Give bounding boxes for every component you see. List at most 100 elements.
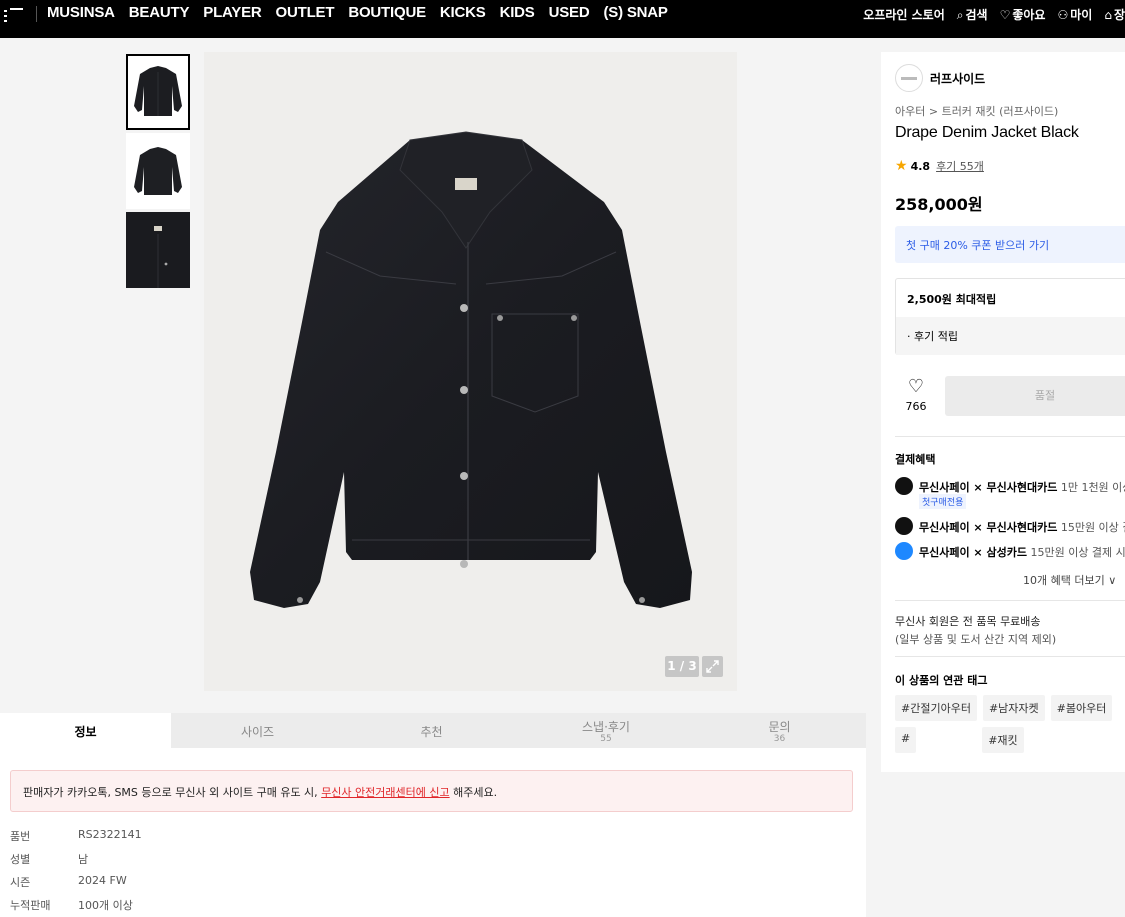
tab-snap-review[interactable]: 스냅·후기 55 [519, 713, 693, 748]
thumbnail-3[interactable] [126, 212, 190, 288]
tag-chip[interactable]: #남자자켓 [982, 695, 1045, 721]
tab-info-label: 정보 [74, 725, 97, 739]
search-link[interactable]: ⌕ 검색 [957, 6, 988, 23]
benefit-row[interactable]: 무신사페이 × 무신사현대카드 15만원 이상 결 [895, 517, 1125, 535]
benefits-title: 결제혜택 [895, 453, 936, 466]
benefit-text: 무신사페이 × 무신사현대카드 1만 1천원 이상 [919, 479, 1125, 495]
benefit-detail: 1만 1천원 이상 [1057, 481, 1125, 494]
safety-center-link[interactable]: 무신사 안전거래센터에 신고 [321, 786, 449, 799]
info-row: 시즌 2024 FW [10, 874, 142, 897]
tab-inquiry[interactable]: 문의 36 [693, 713, 866, 748]
top-nav: MUSINSA BEAUTY PLAYER OUTLET BOUTIQUE KI… [0, 0, 1125, 38]
shipping-line-2: (일부 상품 및 도서 산간 지역 제외) [895, 633, 1057, 646]
my-label: 마이 [1070, 8, 1093, 22]
points-review: · 후기 적립 [896, 317, 1125, 355]
nav-links: MUSINSA BEAUTY PLAYER OUTLET BOUTIQUE KI… [47, 4, 668, 21]
safety-notice: 판매자가 카카오톡, SMS 등으로 무신사 외 사이트 구매 유도 시, 무신… [10, 770, 853, 812]
nav-link-kicks[interactable]: KICKS [440, 4, 486, 21]
product-panel: 러프사이드 아우터 > 트러커 재킷 (러프사이드) Drape Denim J… [881, 52, 1125, 772]
tab-snap-review-label: 스냅·후기 [582, 720, 630, 734]
brand-logo[interactable] [895, 64, 923, 92]
nav-link-kids[interactable]: KIDS [500, 4, 535, 21]
tag-list: #간절기아우터 #남자자켓 #봄아우터 # #재킷 [895, 695, 1125, 753]
cart-label: 장 [1113, 8, 1125, 22]
brand-name[interactable]: 러프사이드 [930, 70, 985, 87]
bag-icon: ⌂ [1104, 8, 1112, 22]
points-box: 2,500원 최대적립 · 후기 적립 [895, 278, 1125, 355]
reviews-link[interactable]: 후기 55개 [936, 158, 984, 174]
tag-chip[interactable]: #재킷 [982, 727, 1024, 753]
user-icon: ⚇ [1057, 8, 1069, 22]
tab-size[interactable]: 사이즈 [171, 713, 344, 748]
divider [895, 656, 1125, 657]
info-value: 100개 이상 [78, 899, 133, 912]
tab-recommend[interactable]: 추천 [344, 713, 519, 748]
thumbnail-1[interactable] [126, 54, 190, 130]
nav-link-player[interactable]: PLAYER [203, 4, 261, 21]
benefit-name: 무신사페이 × 삼성카드 [919, 546, 1027, 559]
like-button[interactable]: ♡ 766 [901, 378, 931, 414]
tag-chip-partial[interactable]: # [895, 727, 917, 753]
card-icon [895, 542, 913, 560]
card-icon [895, 517, 913, 535]
product-info-table: 품번 RS2322141 성별 남 시즌 2024 FW 누적판매 100개 이… [10, 828, 142, 917]
tab-size-label: 사이즈 [240, 725, 275, 739]
info-row: 성별 남 [10, 851, 142, 874]
benefit-name: 무신사페이 × 무신사현대카드 [919, 481, 1058, 494]
nav-link-musinsa[interactable]: MUSINSA [47, 4, 115, 21]
info-key: 시즌 [10, 876, 31, 889]
tag-chip[interactable]: #간절기아우터 [895, 695, 977, 721]
info-row: 누적판매 100개 이상 [10, 897, 142, 917]
nav-divider [36, 6, 37, 22]
info-key: 품번 [10, 830, 31, 843]
search-label: 검색 [965, 8, 988, 22]
jacket-detail-thumbnail-image [126, 212, 190, 288]
breadcrumb[interactable]: 아우터 > 트러커 재킷 (러프사이드) [895, 103, 1058, 119]
tab-inquiry-count: 36 [773, 734, 786, 744]
denim-jacket-image [250, 131, 692, 608]
price: 258,000원 [895, 195, 983, 214]
benefit-row[interactable]: 무신사페이 × 무신사현대카드 1만 1천원 이상 [895, 477, 1125, 495]
expand-icon[interactable] [702, 656, 723, 677]
thumbnail-2[interactable] [126, 133, 190, 209]
star-icon: ★ [895, 158, 908, 174]
tab-info[interactable]: 정보 [0, 713, 171, 748]
benefit-text: 무신사페이 × 무신사현대카드 15만원 이상 결 [919, 519, 1125, 535]
heart-icon: ♡ [999, 8, 1011, 22]
search-icon: ⌕ [956, 8, 964, 22]
thumbnail-list [126, 54, 190, 291]
likes-link[interactable]: ♡ 좋아요 [1000, 6, 1046, 23]
main-product-image[interactable] [204, 52, 737, 691]
tab-inquiry-label: 문의 [768, 720, 791, 734]
buy-button[interactable]: 품절 [945, 376, 1125, 416]
nav-right: 오프라인 스토어 ⌕ 검색 ♡ 좋아요 ⚇ 마이 ⌂ 장 [863, 6, 1125, 23]
divider [895, 436, 1125, 437]
offline-store-link[interactable]: 오프라인 스토어 [863, 6, 944, 23]
nav-link-snap[interactable]: (S) SNAP [604, 4, 668, 21]
benefit-row[interactable]: 무신사페이 × 삼성카드 15만원 이상 결제 시 8 [895, 542, 1125, 560]
like-count: 766 [905, 400, 927, 413]
product-title: Drape Denim Jacket Black [895, 124, 1079, 141]
nav-link-used[interactable]: USED [549, 4, 590, 21]
nav-link-beauty[interactable]: BEAUTY [129, 4, 190, 21]
rating-score: 4.8 [910, 159, 931, 173]
rating: ★ 4.8 후기 55개 [895, 158, 984, 174]
nav-link-boutique[interactable]: BOUTIQUE [348, 4, 426, 21]
card-icon [895, 477, 913, 495]
jacket-front-thumbnail-image [134, 66, 182, 116]
points-max: 2,500원 최대적립 [907, 293, 997, 306]
tab-content: 판매자가 카카오톡, SMS 등으로 무신사 외 사이트 구매 유도 시, 무신… [0, 748, 866, 917]
divider [895, 600, 1125, 601]
coupon-button[interactable]: 첫 구매 20% 쿠폰 받으러 가기 [895, 226, 1125, 263]
first-purchase-badge: 첫구매전용 [919, 494, 967, 509]
my-link[interactable]: ⚇ 마이 [1057, 6, 1092, 23]
benefit-detail: 15만원 이상 결 [1057, 521, 1125, 534]
notice-text-after: 해주세요. [449, 786, 498, 799]
tag-chip[interactable]: #봄아우터 [1050, 695, 1113, 721]
info-key: 누적판매 [10, 899, 51, 912]
more-benefits-link[interactable]: 10개 혜택 더보기 ∨ [1023, 572, 1116, 588]
cart-link[interactable]: ⌂ 장 [1104, 6, 1125, 23]
nav-link-outlet[interactable]: OUTLET [276, 4, 335, 21]
detail-tabs: 정보 사이즈 추천 스냅·후기 55 문의 36 [0, 713, 866, 748]
menu-icon[interactable] [4, 8, 24, 24]
